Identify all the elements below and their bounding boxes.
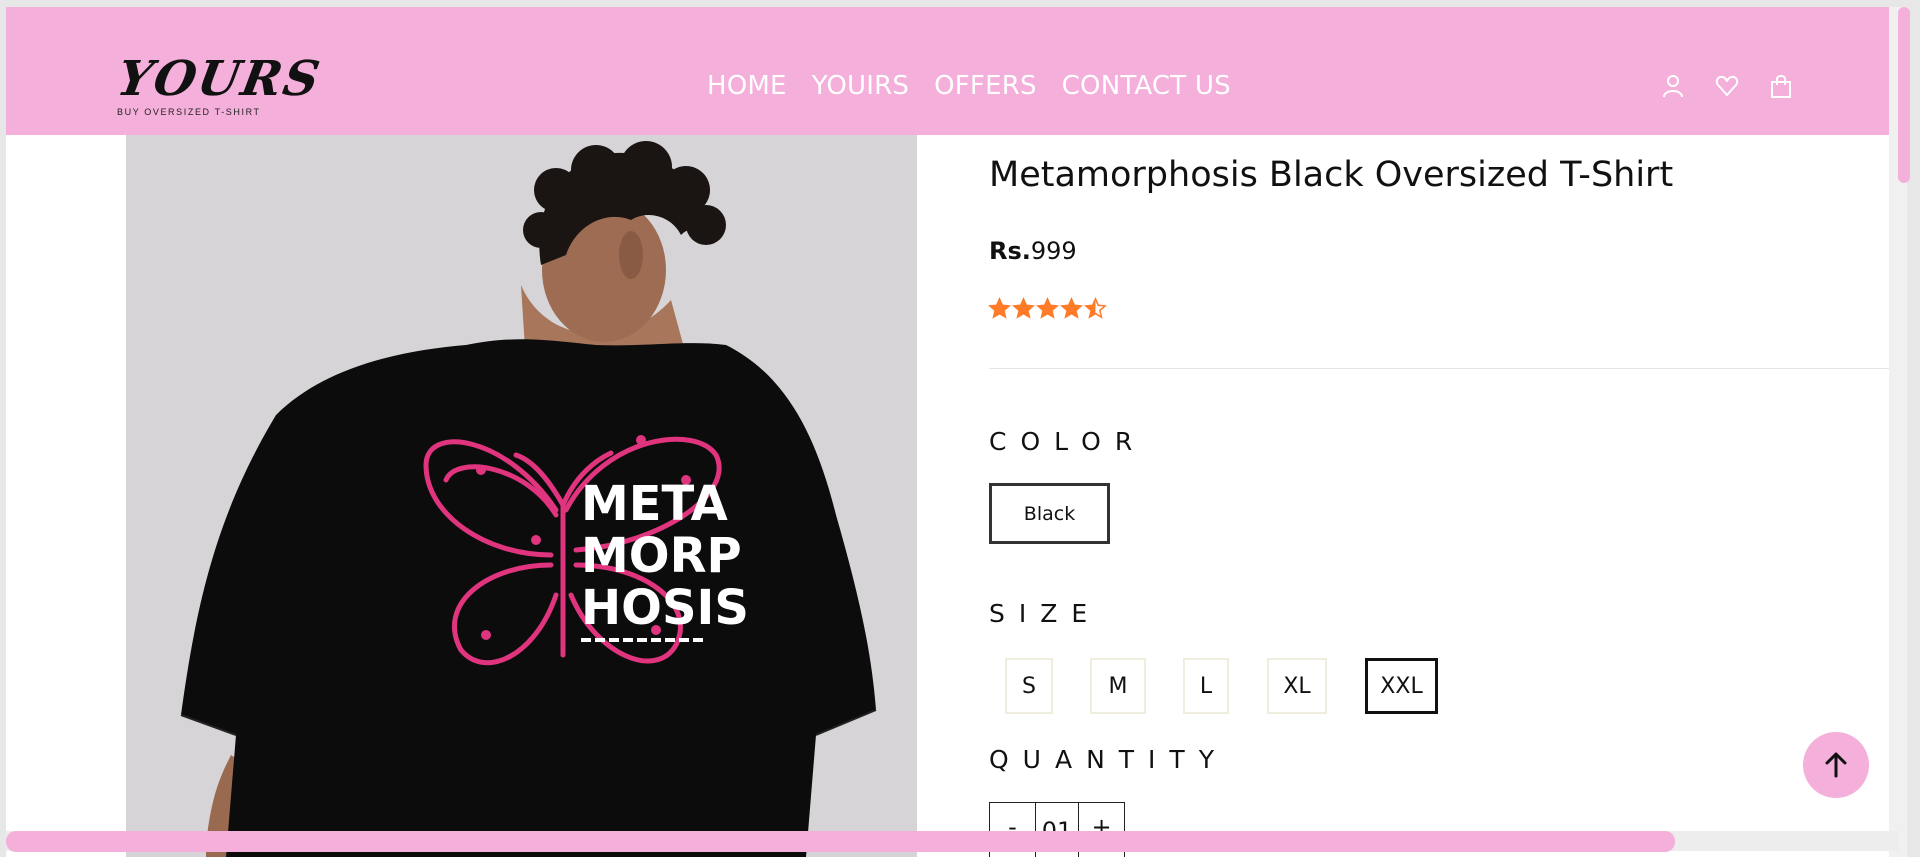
star-full-icon [1036, 297, 1059, 319]
arrow-up-icon [1825, 752, 1847, 778]
size-option-m[interactable]: M [1090, 658, 1146, 714]
brand-logo[interactable]: YOURS BUY OVERSIZED T-SHIRT [113, 51, 325, 121]
price-value: 999 [1030, 237, 1077, 265]
color-label: COLOR [989, 427, 1147, 456]
star-full-icon [1012, 297, 1035, 319]
product-image[interactable]: META MORP HOSIS [126, 135, 917, 857]
logo-text: YOURS [113, 51, 326, 107]
nav-home[interactable]: HOME [707, 71, 787, 101]
product-title: Metamorphosis Black Oversized T-Shirt [989, 155, 1674, 195]
size-option-xxl[interactable]: XXL [1365, 658, 1438, 714]
nav-offers[interactable]: OFFERS [934, 71, 1037, 101]
header-icons [1661, 73, 1793, 99]
rating-stars [988, 297, 1107, 320]
user-icon[interactable] [1661, 73, 1685, 99]
product-photo: META MORP HOSIS [126, 135, 917, 857]
site-header: YOURS BUY OVERSIZED T-SHIRT HOME YOUIRS … [6, 7, 1899, 135]
color-option-black[interactable]: Black [989, 483, 1110, 544]
main-nav: HOME YOUIRS OFFERS CONTACT US [707, 71, 1231, 101]
vertical-scrollbar-thumb[interactable] [1898, 7, 1910, 183]
nav-contact-us[interactable]: CONTACT US [1062, 71, 1231, 101]
star-half-icon [1084, 297, 1107, 319]
nav-youirs[interactable]: YOUIRS [812, 71, 909, 101]
quantity-label: QUANTITY [989, 745, 1228, 774]
print-line-3: HOSIS [581, 580, 749, 636]
product-price: Rs.999 [989, 237, 1077, 265]
divider [989, 368, 1892, 369]
back-to-top-button[interactable] [1803, 732, 1869, 798]
print-line-1: META [581, 476, 728, 532]
price-currency: Rs. [989, 237, 1031, 265]
heart-icon[interactable] [1715, 73, 1739, 99]
size-option-l[interactable]: L [1183, 658, 1229, 714]
size-option-xl[interactable]: XL [1267, 658, 1327, 714]
star-full-icon [988, 297, 1011, 319]
logo-tagline: BUY OVERSIZED T-SHIRT [117, 107, 261, 117]
print-line-2: MORP [581, 528, 742, 584]
size-label: SIZE [989, 599, 1102, 628]
page: YOURS BUY OVERSIZED T-SHIRT HOME YOUIRS … [6, 7, 1899, 857]
size-option-s[interactable]: S [1005, 658, 1053, 714]
star-full-icon [1060, 297, 1083, 319]
shopping-bag-icon[interactable] [1769, 73, 1793, 99]
horizontal-scrollbar-thumb[interactable] [6, 831, 1675, 852]
